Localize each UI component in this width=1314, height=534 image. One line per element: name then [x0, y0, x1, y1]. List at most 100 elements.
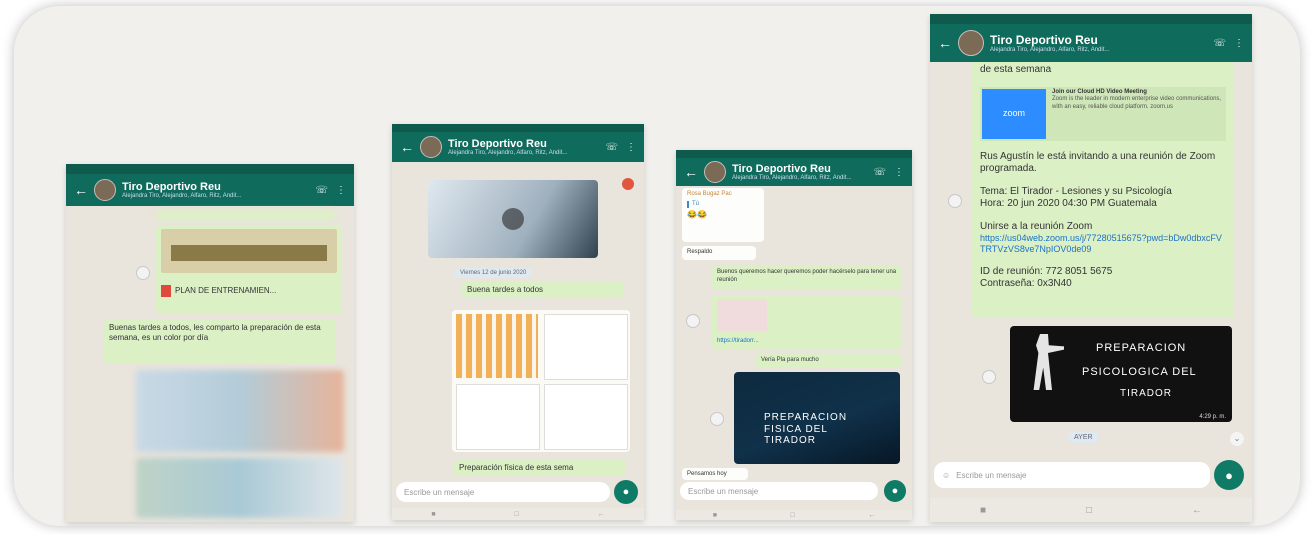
zoom-preview-desc: Zoom is the leader in modern enterprise …	[1052, 96, 1222, 110]
menu-icon[interactable]: ⋮	[626, 142, 636, 153]
message-bubble[interactable]: Preparación física de esta sema	[454, 460, 626, 476]
message-text: de esta semana	[980, 64, 1052, 75]
link-thumbnail	[717, 299, 767, 331]
exercise-image	[544, 384, 628, 450]
forward-icon[interactable]	[136, 266, 150, 280]
link-preview-message[interactable]: https://tiradorr...	[712, 296, 902, 350]
reply-emojis: 😂😂	[687, 210, 707, 219]
join-label: Unirse a la reunión Zoom	[980, 220, 1093, 232]
group-avatar[interactable]	[420, 136, 442, 158]
join-link[interactable]: https://us04web.zoom.us/j/77280515675?pw…	[980, 233, 1226, 256]
chat-header: ← Tiro Deportivo Reu Alejandra Tiro, Ale…	[66, 174, 354, 206]
add-call-icon[interactable]: ☏	[315, 185, 328, 196]
forward-icon[interactable]	[710, 412, 724, 426]
play-icon[interactable]	[502, 208, 524, 230]
system-navbar: ■ □ ←	[392, 508, 644, 520]
back-icon[interactable]: ←	[1192, 505, 1202, 516]
image-message[interactable]: PREPARACION PSICOLOGICA DEL TIRADOR 4:29…	[1010, 326, 1232, 422]
chat-header: ← Tiro Deportivo Reu Alejandra Tiro, Ale…	[930, 24, 1252, 62]
message-bubble[interactable]: Respaldo	[682, 246, 756, 260]
pdf-icon	[161, 285, 171, 297]
system-navbar: ■ □ ←	[676, 510, 912, 520]
chat-members: Alejandra Tiro, Alejandro, Alfaro, Ritz,…	[448, 150, 568, 156]
zoom-preview-title: Join our Cloud HD Video Meeting	[1052, 88, 1147, 95]
chat-title[interactable]: Tiro Deportivo Reu	[122, 181, 309, 193]
exercise-image	[544, 314, 628, 380]
message-bubble[interactable]: Vería Pla para mucho	[756, 354, 902, 368]
exercise-image	[456, 384, 540, 450]
image-line-3: TIRADOR	[1120, 388, 1172, 399]
image-line-2: PSICOLOGICA DEL	[1082, 366, 1197, 378]
back-arrow-icon[interactable]: ←	[74, 182, 88, 198]
add-call-icon[interactable]: ☏	[1213, 38, 1226, 49]
home-icon[interactable]: □	[1086, 505, 1092, 516]
group-avatar[interactable]	[704, 161, 726, 183]
forward-icon[interactable]	[982, 370, 996, 384]
phone-screenshot-2: ← Tiro Deportivo Reu Alejandra Tiro, Ale…	[392, 124, 644, 520]
image-grid-message[interactable]	[452, 310, 630, 452]
message-placeholder: Escribe un mensaje	[956, 470, 1027, 480]
message-bubble[interactable]: de esta semana zoom Join our Cloud HD Vi…	[972, 62, 1234, 318]
message-input[interactable]: Escribe un mensaje	[396, 482, 610, 502]
message-bubble[interactable]: Pensamos hoy	[682, 468, 748, 480]
shooter-silhouette	[1033, 334, 1064, 390]
image-message[interactable]	[136, 458, 344, 518]
message-input[interactable]: Escribe un mensaje	[680, 482, 878, 500]
menu-icon[interactable]: ⋮	[894, 167, 904, 178]
date-pill: AYER	[1068, 432, 1099, 443]
photo-frame: ← Tiro Deportivo Reu Alejandra Tiro, Ale…	[14, 6, 1300, 526]
recent-apps-icon[interactable]: ■	[431, 511, 435, 518]
message-bubble[interactable]	[156, 210, 336, 220]
message-bubble[interactable]: Buena tardes a todos	[462, 282, 624, 298]
chat-title[interactable]: Tiro Deportivo Reu	[990, 33, 1207, 47]
recent-apps-icon[interactable]: ■	[980, 505, 986, 516]
home-icon[interactable]: □	[790, 512, 794, 519]
chat-members: Alejandra Tiro, Alejandro, Alfaro, Ritz,…	[122, 193, 242, 199]
video-message[interactable]	[428, 180, 598, 258]
date-pill: Viernes 12 de junio 2020	[454, 268, 533, 278]
meeting-id: ID de reunión: 772 8051 5675	[980, 265, 1113, 277]
group-avatar[interactable]	[94, 179, 116, 201]
chat-title[interactable]: Tiro Deportivo Reu	[732, 163, 867, 175]
back-arrow-icon[interactable]: ←	[938, 35, 952, 51]
document-message[interactable]: PLAN DE ENTRENAMIEN...	[156, 226, 342, 314]
chat-header: ← Tiro Deportivo Reu Alejandra Tiro, Ale…	[392, 132, 644, 162]
phone-screenshot-4: ← Tiro Deportivo Reu Alejandra Tiro, Ale…	[930, 14, 1252, 522]
chat-title[interactable]: Tiro Deportivo Reu	[448, 138, 599, 150]
recent-apps-icon[interactable]: ■	[713, 512, 717, 519]
menu-icon[interactable]: ⋮	[336, 185, 346, 196]
add-call-icon[interactable]: ☏	[605, 142, 618, 153]
emoji-icon[interactable]: ☺	[942, 471, 950, 480]
meeting-password: Contraseña: 0x3N40	[980, 278, 1072, 289]
back-icon[interactable]: ←	[868, 512, 875, 519]
back-arrow-icon[interactable]: ←	[400, 139, 414, 155]
message-input[interactable]: ☺ Escribe un mensaje	[934, 462, 1210, 488]
phone-screenshot-3: ← Tiro Deportivo Reu Alejandra Tiro, Ale…	[676, 150, 912, 520]
zoom-link-preview[interactable]: zoom Join our Cloud HD Video Meeting Zoo…	[980, 86, 1226, 141]
microphone-icon[interactable]: ●	[1214, 460, 1244, 490]
sender-name: Rosa Bugaz Pac	[687, 191, 732, 197]
back-arrow-icon[interactable]: ←	[684, 164, 698, 180]
image-message[interactable]: PREPARACION FISICA DEL TIRADOR	[734, 372, 900, 464]
menu-icon[interactable]: ⋮	[1234, 38, 1244, 49]
forward-icon[interactable]	[686, 314, 700, 328]
image-line-1: PREPARACION	[1096, 342, 1187, 354]
back-icon[interactable]: ←	[598, 511, 605, 518]
image-message[interactable]	[136, 370, 344, 452]
forward-icon[interactable]	[948, 194, 962, 208]
chat-members: Alejandra Tiro, Alejandro, Alfaro, Ritz,…	[732, 175, 852, 181]
document-preview	[161, 229, 337, 273]
microphone-icon[interactable]: ●	[884, 480, 906, 502]
zoom-logo: zoom	[982, 88, 1046, 139]
document-name: PLAN DE ENTRENAMIEN...	[175, 286, 277, 295]
group-avatar[interactable]	[958, 30, 984, 56]
message-bubble[interactable]: Buenos queremos hacer queremos poder hac…	[712, 266, 902, 290]
scroll-down-badge[interactable]	[622, 178, 634, 190]
microphone-icon[interactable]: ●	[614, 480, 638, 504]
link-url[interactable]: https://tiradorr...	[717, 338, 897, 346]
home-icon[interactable]: □	[515, 511, 519, 518]
message-bubble[interactable]: Buenas tardes a todos, les comparto la p…	[104, 320, 336, 364]
add-call-icon[interactable]: ☏	[873, 167, 886, 178]
reply-message[interactable]: Rosa Bugaz Pac Tú 😂😂	[682, 188, 764, 242]
scroll-down-icon[interactable]: ⌄	[1230, 432, 1244, 446]
